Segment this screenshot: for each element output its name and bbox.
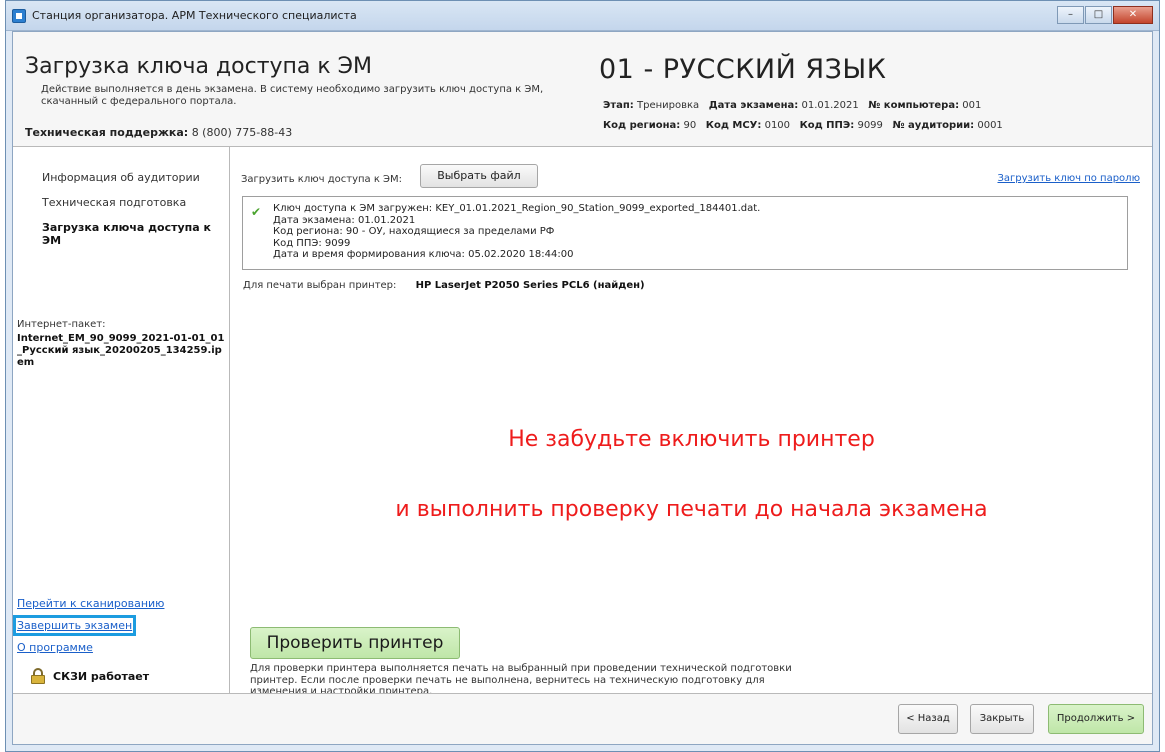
page-description: Действие выполняется в день экзамена. В … (41, 84, 544, 107)
support-phone: 8 (800) 775-88-43 (191, 126, 293, 139)
exam-meta-row-1: Этап: Тренировка Дата экзамена: 01.01.20… (603, 100, 981, 111)
auditorium-label: № аудитории: (892, 120, 975, 131)
sidebar: Информация об аудитории Техническая подг… (12, 147, 230, 693)
lock-icon (31, 668, 45, 684)
printer-name: HP LaserJet P2050 Series PCL6 (найден) (415, 280, 645, 291)
load-key-by-password-link[interactable]: Загрузить ключ по паролю (998, 173, 1141, 184)
main-panel: Загрузить ключ доступа к ЭМ: Выбрать фай… (231, 147, 1152, 697)
window-controls: – □ ✕ (1057, 6, 1153, 24)
skzi-status-text: СКЗИ работает (53, 669, 150, 683)
subject-title: 01 - РУССКИЙ ЯЗЫК (599, 54, 887, 85)
key-info-line: Дата экзамена: 01.01.2021 (273, 214, 416, 226)
computer-value: 001 (962, 100, 982, 111)
sidebar-item-tech-prep[interactable]: Техническая подготовка (42, 196, 186, 209)
maximize-button[interactable]: □ (1085, 6, 1112, 24)
load-key-label: Загрузить ключ доступа к ЭМ: (241, 174, 403, 185)
stage-value: Тренировка (636, 100, 700, 111)
auditorium-value: 0001 (977, 120, 1003, 131)
printer-warning-line-2: и выполнить проверку печати до начала эк… (395, 497, 988, 522)
support-info: Техническая поддержка: 8 (800) 775-88-43 (25, 126, 292, 139)
key-info-line: Код региона: 90 - ОУ, находящиеся за пре… (273, 226, 555, 237)
printer-warning-line-1: Не забудьте включить принтер (508, 427, 875, 452)
close-window-button[interactable]: ✕ (1113, 6, 1153, 24)
computer-label: № компьютера: (868, 100, 960, 111)
skzi-status: СКЗИ работает (31, 668, 149, 684)
choose-file-button[interactable]: Выбрать файл (420, 164, 538, 188)
app-window: Станция организатора. АРМ Технического с… (5, 0, 1160, 752)
package-name: Internet_EM_90_9099_2021-01-01_01_Русски… (17, 333, 225, 368)
finish-exam-link[interactable]: Завершить экзамен (12, 615, 137, 636)
app-icon (12, 9, 26, 23)
msu-label: Код МСУ: (705, 120, 762, 131)
support-label: Техническая поддержка: (25, 126, 189, 139)
page-title: Загрузка ключа доступа к ЭМ (25, 54, 373, 79)
sidebar-item-key-load[interactable]: Загрузка ключа доступа к ЭМ (42, 221, 229, 247)
title-bar[interactable]: Станция организатора. АРМ Технического с… (6, 1, 1159, 31)
about-link[interactable]: О программе (17, 641, 93, 654)
check-printer-button[interactable]: Проверить принтер (250, 627, 460, 659)
close-button[interactable]: Закрыть (970, 704, 1034, 734)
scan-link[interactable]: Перейти к сканированию (17, 597, 164, 610)
key-info-line: Дата и время формирования ключа: 05.02.2… (273, 249, 574, 260)
ppe-label: Код ППЭ: (799, 120, 855, 131)
key-info-box: ✔ Ключ доступа к ЭМ загружен: KEY_01.01.… (242, 196, 1128, 270)
continue-button[interactable]: Продолжить > (1048, 704, 1144, 734)
page-header: Загрузка ключа доступа к ЭМ Действие вып… (13, 32, 1152, 147)
window-title: Станция организатора. АРМ Технического с… (32, 9, 357, 22)
printer-label: Для печати выбран принтер: (243, 280, 397, 291)
sidebar-item-auditorium-info[interactable]: Информация об аудитории (42, 171, 200, 184)
package-label: Интернет-пакет: (17, 319, 106, 330)
checkmark-icon: ✔ (251, 205, 262, 219)
stage-label: Этап: (603, 100, 634, 111)
ppe-value: 9099 (857, 120, 883, 131)
client-area: Загрузка ключа доступа к ЭМ Действие вып… (12, 31, 1153, 745)
exam-meta-row-2: Код региона: 90 Код МСУ: 0100 Код ППЭ: 9… (603, 120, 1003, 131)
exam-date-label: Дата экзамена: (708, 100, 799, 111)
minimize-button[interactable]: – (1057, 6, 1084, 24)
footer-bar: < Назад Закрыть Продолжить > (13, 693, 1152, 744)
exam-date-value: 01.01.2021 (801, 100, 859, 111)
region-label: Код региона: (603, 120, 681, 131)
key-info-line: Ключ доступа к ЭМ загружен: KEY_01.01.20… (273, 203, 761, 214)
region-value: 90 (683, 120, 697, 131)
printer-info: Для печати выбран принтер: HP LaserJet P… (243, 280, 645, 291)
key-info-line: Код ППЭ: 9099 (273, 237, 351, 249)
key-info-text: Ключ доступа к ЭМ загружен: KEY_01.01.20… (273, 203, 760, 261)
msu-value: 0100 (764, 120, 791, 131)
back-button[interactable]: < Назад (898, 704, 958, 734)
